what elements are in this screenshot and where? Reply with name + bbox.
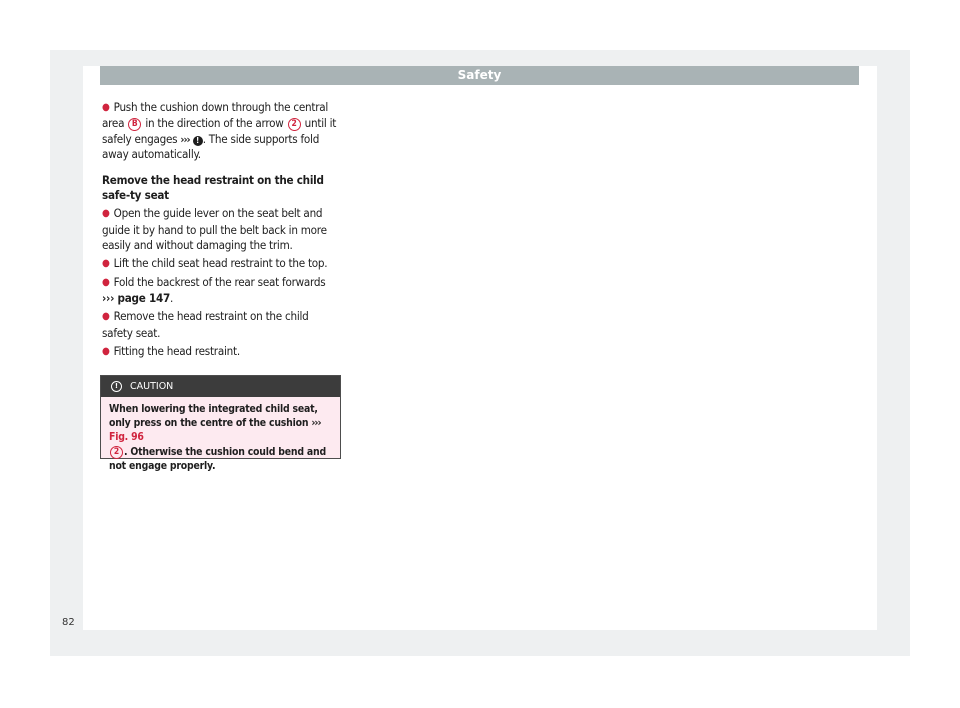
cross-ref-arrow[interactable]: ››› — [180, 133, 190, 146]
bullet-open-guide-lever: ● Open the guide lever on the seat belt a… — [102, 206, 327, 253]
caution-box: ! CAUTION When lowering the integrated c… — [100, 375, 341, 472]
bullet-remove-head-restraint: ● Remove the head restraint on the child … — [102, 309, 309, 340]
cross-ref-arrow: ››› — [311, 416, 321, 430]
bullet-icon: ● — [102, 258, 110, 270]
callout-2-badge: 2 — [287, 118, 301, 132]
callout-b-badge: B — [128, 118, 142, 132]
content-column: ● Push the cushion down through the centr… — [102, 100, 342, 363]
bullet-push-cushion: ● Push the cushion down through the centr… — [102, 100, 337, 162]
caution-label: CAUTION — [130, 381, 174, 392]
caution-icon: ! — [111, 381, 122, 392]
bullet-icon: ● — [102, 208, 110, 220]
section-heading: Remove the head restraint on the child s… — [102, 172, 324, 203]
fig-96-link[interactable]: Fig. 96 — [109, 431, 144, 443]
page-number: 82 — [62, 617, 75, 628]
bullet-icon: ● — [102, 311, 110, 323]
caution-header: ! CAUTION — [101, 376, 340, 397]
bullet-lift-head-restraint: ● Lift the child seat head restraint to t… — [102, 256, 328, 271]
bullet-icon: ● — [102, 345, 110, 357]
callout-2-badge: 2 — [110, 445, 123, 459]
bullet-icon: ● — [102, 277, 110, 289]
bullet-icon: ● — [102, 102, 110, 113]
bullet-fitting-head-restraint: ● Fitting the head restraint. — [102, 343, 240, 358]
warning-note-icon[interactable]: ! — [192, 135, 203, 146]
section-header-title: Safety — [457, 68, 502, 82]
caution-text: When lowering the integrated child seat,… — [109, 403, 326, 472]
bullet-fold-backrest: ● Fold the backrest of the rear seat forw… — [102, 275, 326, 306]
section-header-bar: Safety — [100, 66, 859, 85]
page-147-link[interactable]: ››› page 147 — [102, 291, 170, 305]
